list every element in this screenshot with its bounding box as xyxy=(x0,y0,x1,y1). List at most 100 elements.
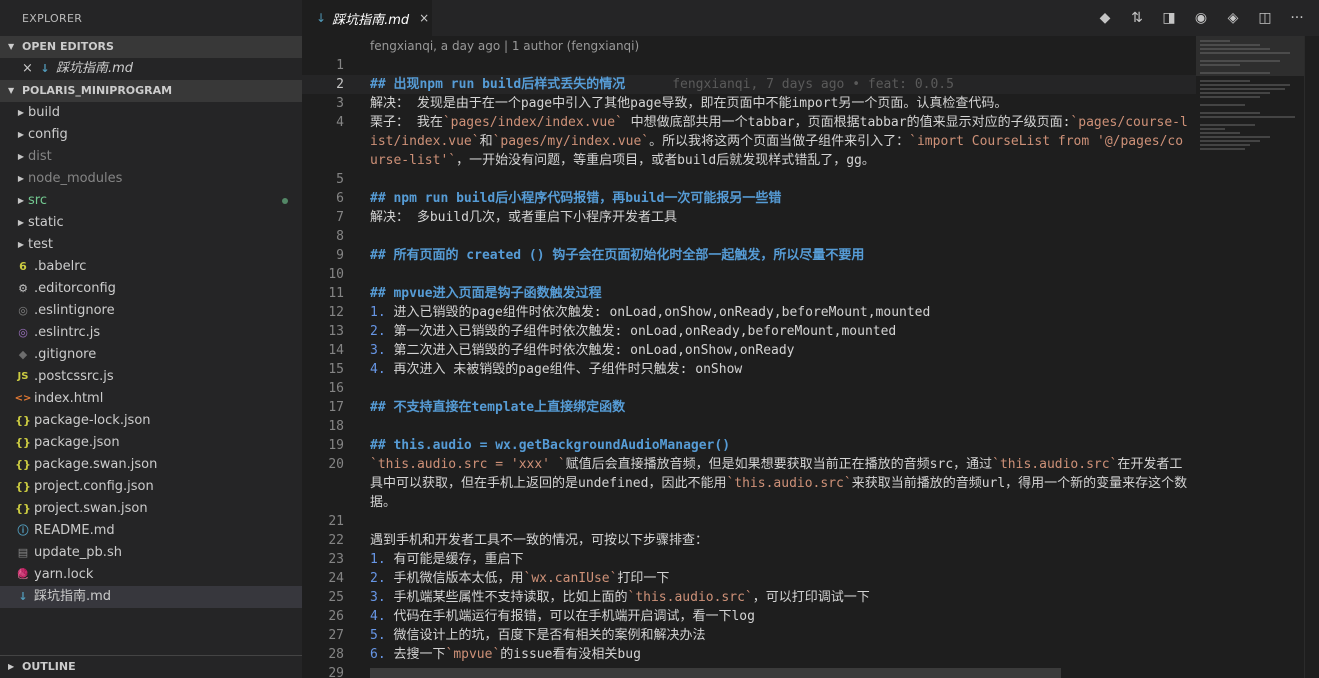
tree-item-package-json[interactable]: {} package.json xyxy=(0,432,302,454)
line-number: 11 xyxy=(328,286,344,301)
code-line[interactable]: 9 ## 所有页面的 created () 钩子会在页面初始化时全部一起触发，所以… xyxy=(302,246,1196,265)
split-editor-icon[interactable]: ◫ xyxy=(1249,0,1281,36)
code-line[interactable]: 5 xyxy=(302,170,1196,189)
code-line[interactable]: 15 4. 再次进入 未被销毁的page组件、子组件时只触发: onShow xyxy=(302,360,1196,379)
minimap-viewport[interactable] xyxy=(1196,36,1304,76)
tree-item-eslintrc[interactable]: ◎ .eslintrc.js xyxy=(0,322,302,344)
project-folder-header[interactable]: ▼ POLARIS_MINIPROGRAM xyxy=(0,80,302,102)
minimap-line xyxy=(1200,52,1290,54)
code-editor[interactable]: fengxianqi, a day ago | 1 author (fengxi… xyxy=(302,36,1196,678)
code-line[interactable]: 1 xyxy=(302,56,1196,75)
tree-item-eslintignore[interactable]: ◎ .eslintignore xyxy=(0,300,302,322)
code-line[interactable]: 8 xyxy=(302,227,1196,246)
js-file-icon: JS xyxy=(17,371,29,382)
code-line[interactable]: 2 ## 出现npm run build后样式丢失的情况 fengxianqi, … xyxy=(302,75,1196,94)
tree-item-yarn-lock[interactable]: 🧶 yarn.lock xyxy=(0,564,302,586)
tree-item-label: .eslintignore xyxy=(34,303,115,318)
html-file-icon: <> xyxy=(14,393,32,404)
editor-actions: ◆ ⇅ ◨ ◉ ◈ ◫ ··· xyxy=(1089,0,1313,36)
code-line[interactable]: 26 4. 代码在手机端运行有报错，可以在手机端开启调试，看一下log xyxy=(302,607,1196,626)
tree-item-project-swan-json[interactable]: {} project.swan.json xyxy=(0,498,302,520)
tree-item-label: .gitignore xyxy=(34,347,97,362)
tree-item-postcssrc[interactable]: JS .postcssrc.js xyxy=(0,366,302,388)
code-line[interactable]: 14 3. 第二次进入已销毁的子组件时依次触发: onLoad,onShow,on… xyxy=(302,341,1196,360)
codelens-blame[interactable]: fengxianqi, a day ago | 1 author (fengxi… xyxy=(370,39,639,53)
tree-item-src[interactable]: ▶ src xyxy=(0,190,302,212)
outline-header[interactable]: ▶ OUTLINE xyxy=(0,656,302,678)
chevron-right-icon: ▶ xyxy=(17,130,25,139)
line-text: 3. 第二次进入已销毁的子组件时依次触发: onLoad,onShow,onRe… xyxy=(370,343,795,358)
code-line[interactable]: 3 解决： 发现是由于在一个page中引入了其他page导致，即在页面中不能imp… xyxy=(302,94,1196,113)
code-line[interactable]: 25 3. 手机端某些属性不支持读取，比如上面的`this.audio.src`，… xyxy=(302,588,1196,607)
git-pull-request-icon[interactable]: ⇅ xyxy=(1121,0,1153,36)
line-number: 21 xyxy=(328,514,344,529)
line-text xyxy=(370,417,1188,436)
git-compare-icon[interactable]: ◆ xyxy=(1089,0,1121,36)
open-preview-icon[interactable]: ◨ xyxy=(1153,0,1185,36)
minimap-line xyxy=(1200,144,1250,146)
horizontal-scrollbar[interactable] xyxy=(370,668,1061,678)
code-line[interactable]: 20 `this.audio.src = 'xxx' `赋值后会直接播放音频，但是… xyxy=(302,455,1196,512)
minimap-line xyxy=(1200,40,1230,42)
minimap[interactable] xyxy=(1196,36,1304,678)
code-line[interactable]: 18 xyxy=(302,417,1196,436)
code-line[interactable]: 23 1. 有可能是缓存，重启下 xyxy=(302,550,1196,569)
more-actions-icon[interactable]: ··· xyxy=(1281,0,1313,36)
tab-guide-md[interactable]: ↓ 踩坑指南.md × xyxy=(302,0,432,36)
minimap-line xyxy=(1200,148,1245,150)
minimap-line xyxy=(1200,116,1295,118)
code-line[interactable]: 7 解决： 多build几次，或者重启下小程序开发者工具 xyxy=(302,208,1196,227)
code-line[interactable]: 16 xyxy=(302,379,1196,398)
minimap-line xyxy=(1200,128,1225,130)
tree-item-index-html[interactable]: <> index.html xyxy=(0,388,302,410)
code-line[interactable]: 12 1. 进入已销毁的page组件时依次触发: onLoad,onShow,on… xyxy=(302,303,1196,322)
tree-item-project-config-json[interactable]: {} project.config.json xyxy=(0,476,302,498)
code-line[interactable]: 27 5. 微信设计上的坑，百度下是否有相关的案例和解决办法 xyxy=(302,626,1196,645)
chevron-down-icon: ▼ xyxy=(8,86,15,95)
code-line[interactable]: 6 ## npm run build后小程序代码报错，再build一次可能报另一些… xyxy=(302,189,1196,208)
tree-item-dist[interactable]: ▶ dist xyxy=(0,146,302,168)
tree-item-build[interactable]: ▶ build xyxy=(0,102,302,124)
tree-item-static[interactable]: ▶ static xyxy=(0,212,302,234)
tree-item-node-modules[interactable]: ▶ node_modules xyxy=(0,168,302,190)
tree-item-editorconfig[interactable]: ⚙ .editorconfig xyxy=(0,278,302,300)
tree-item-label: README.md xyxy=(34,523,115,538)
code-line[interactable]: 22 遇到手机和开发者工具不一致的情况，可按以下步骤排查： xyxy=(302,531,1196,550)
code-line[interactable]: 4 栗子： 我在`pages/index/index.vue` 中想做底部共用一个… xyxy=(302,113,1196,170)
toggle-eye-icon[interactable]: ◉ xyxy=(1185,0,1217,36)
code-line[interactable]: 28 6. 去搜一下`mpvue`的issue看有没相关bug xyxy=(302,645,1196,664)
tree-item-package-lock-json[interactable]: {} package-lock.json xyxy=(0,410,302,432)
close-icon[interactable]: × xyxy=(419,11,429,25)
minimap-line xyxy=(1200,60,1280,62)
code-line[interactable]: 13 2. 第一次进入已销毁的子组件时依次触发: onLoad,onReady,b… xyxy=(302,322,1196,341)
vertical-scrollbar[interactable] xyxy=(1304,36,1319,678)
open-editors-header[interactable]: ▼ OPEN EDITORS xyxy=(0,36,302,58)
tree-item-readme[interactable]: ⓘ README.md xyxy=(0,520,302,542)
close-icon[interactable]: × xyxy=(22,58,36,80)
open-editor-item[interactable]: × ↓ 踩坑指南.md xyxy=(0,58,302,80)
code-line[interactable]: 17 ## 不支持直接在template上直接绑定函数 xyxy=(302,398,1196,417)
tree-item-label: package.swan.json xyxy=(34,457,158,472)
git-commit-icon[interactable]: ◈ xyxy=(1217,0,1249,36)
code-line[interactable]: 24 2. 手机微信版本太低，用`wx.canIUse`打印一下 xyxy=(302,569,1196,588)
line-number: 26 xyxy=(328,609,344,624)
yarn-file-icon: 🧶 xyxy=(16,569,30,580)
code-line[interactable]: 21 xyxy=(302,512,1196,531)
tree-item-label: yarn.lock xyxy=(34,567,94,582)
code-line[interactable]: 11 ## mpvue进入页面是钩子函数触发过程 xyxy=(302,284,1196,303)
line-number: 14 xyxy=(328,343,344,358)
code-line[interactable]: 19 ## this.audio = wx.getBackgroundAudioM… xyxy=(302,436,1196,455)
line-text: ## this.audio = wx.getBackgroundAudioMan… xyxy=(370,438,731,453)
minimap-line xyxy=(1200,132,1240,134)
json-file-icon: {} xyxy=(15,502,31,515)
tree-item-update-pb-sh[interactable]: ▤ update_pb.sh xyxy=(0,542,302,564)
tree-item-package-swan-json[interactable]: {} package.swan.json xyxy=(0,454,302,476)
tree-item-config[interactable]: ▶ config xyxy=(0,124,302,146)
tree-item-babelrc[interactable]: 6 .babelrc xyxy=(0,256,302,278)
minimap-line xyxy=(1200,104,1245,106)
code-line[interactable]: 10 xyxy=(302,265,1196,284)
tree-item-test[interactable]: ▶ test xyxy=(0,234,302,256)
line-number: 23 xyxy=(328,552,344,567)
tree-item-guide-md[interactable]: ↓ 踩坑指南.md xyxy=(0,586,302,608)
tree-item-gitignore[interactable]: ◆ .gitignore xyxy=(0,344,302,366)
